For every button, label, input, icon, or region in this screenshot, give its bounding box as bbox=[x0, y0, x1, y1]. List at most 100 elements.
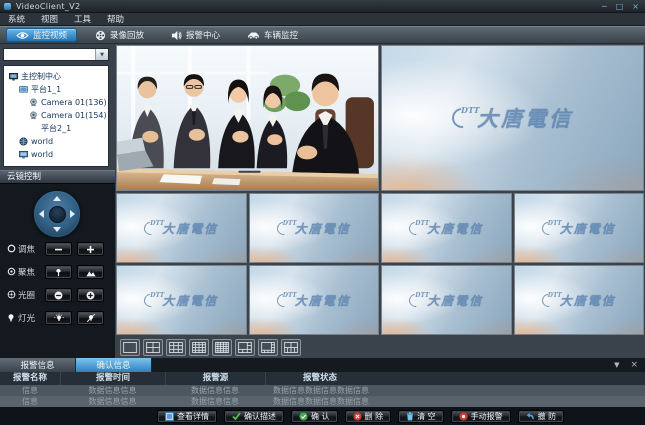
datang-logo-icon: DTT bbox=[409, 294, 422, 307]
menu-item-1[interactable]: 系统 bbox=[8, 13, 25, 25]
nav-tab-4[interactable]: 车辆监控 bbox=[238, 28, 307, 42]
nav-tab-1[interactable]: 监控视频 bbox=[6, 28, 77, 42]
ptz-row-label: 聚焦 bbox=[18, 266, 40, 278]
datang-text: 大唐電信 bbox=[427, 220, 483, 237]
ptz-dpad bbox=[33, 190, 81, 238]
ptz-row-label: 调焦 bbox=[18, 243, 40, 255]
action-button-4[interactable]: 删 除 bbox=[345, 410, 392, 423]
action-button-1[interactable]: 查看详情 bbox=[157, 410, 217, 423]
camera-feed-conference[interactable] bbox=[116, 45, 379, 191]
layout-4-button[interactable] bbox=[143, 339, 163, 356]
clear-icon bbox=[406, 412, 414, 421]
menu-item-4[interactable]: 帮助 bbox=[107, 13, 124, 25]
speaker-icon bbox=[171, 30, 182, 41]
focus-far-button[interactable] bbox=[77, 265, 104, 279]
datang-text: 大唐電信 bbox=[427, 292, 483, 309]
camera-feed-logo-5[interactable]: DTT大唐電信 bbox=[514, 193, 645, 263]
menu-item-2[interactable]: 视图 bbox=[41, 13, 58, 25]
camera-feed-logo-2[interactable]: DTT大唐電信 bbox=[116, 193, 247, 263]
datang-badge: DTT bbox=[150, 220, 164, 227]
action-button-3[interactable]: 确 认 bbox=[291, 410, 338, 423]
light-on-button[interactable] bbox=[45, 311, 72, 325]
tree-node-1[interactable]: 主控制中心 bbox=[4, 70, 108, 83]
iris-minus-button[interactable] bbox=[45, 288, 72, 302]
tree-node-label: 平台1_1 bbox=[31, 84, 61, 95]
layout-9-button[interactable] bbox=[166, 339, 186, 356]
action-button-label: 删 除 bbox=[365, 411, 384, 422]
device-search-input[interactable] bbox=[4, 49, 95, 60]
ptz-row-4: 灯光 bbox=[6, 310, 104, 325]
ptz-down-button[interactable] bbox=[53, 227, 61, 232]
layout-8-button[interactable] bbox=[258, 339, 278, 356]
close-button[interactable]: × bbox=[632, 0, 639, 13]
camera-feed-logo-1[interactable]: DTT大唐電信 bbox=[381, 45, 644, 191]
action-button-6[interactable]: 手动报警 bbox=[451, 410, 511, 423]
datang-watermark: DTT大唐電信 bbox=[117, 266, 246, 334]
ptz-panel: 调焦聚焦光圈灯光 bbox=[0, 183, 115, 358]
device-search-combo[interactable]: ▼ bbox=[3, 48, 109, 61]
camera-feed-logo-6[interactable]: DTT大唐電信 bbox=[116, 265, 247, 335]
zoom-minus-button[interactable] bbox=[45, 242, 72, 256]
action-button-2[interactable]: 确认描述 bbox=[224, 410, 284, 423]
layout-10-button[interactable] bbox=[281, 339, 301, 356]
alarm-tab-1[interactable]: 报警信息 bbox=[0, 358, 76, 372]
camera-feed-logo-8[interactable]: DTT 大唐電信 bbox=[381, 265, 512, 335]
ptz-row-1: 调焦 bbox=[6, 241, 104, 256]
tree-node-4[interactable]: Camera 01(154) bbox=[4, 109, 108, 122]
layout-6-button[interactable] bbox=[235, 339, 255, 356]
datang-badge: DTT bbox=[415, 220, 429, 227]
datang-badge: DTT bbox=[548, 292, 562, 299]
iris-plus-button[interactable] bbox=[77, 288, 104, 302]
collapse-panel-icon[interactable]: ▼ bbox=[614, 358, 619, 372]
camera-feed-logo-7[interactable]: DTT大唐電信 bbox=[249, 265, 380, 335]
video-grid: DTT大唐電信DTT大唐電信DTT大唐電信DTT大唐電信DTT大唐電信DTT大唐… bbox=[116, 45, 644, 335]
circle-plus-icon bbox=[86, 285, 95, 304]
datang-logo-icon: DTT bbox=[542, 222, 555, 235]
nav-tab-3[interactable]: 报警中心 bbox=[162, 28, 229, 42]
light-off-button[interactable] bbox=[77, 311, 104, 325]
ptz-row-2: 聚焦 bbox=[6, 264, 104, 279]
ptz-center-button[interactable] bbox=[49, 206, 66, 223]
nav-tab-2[interactable]: 录像回放 bbox=[86, 28, 153, 42]
zoom-plus-button[interactable] bbox=[77, 242, 104, 256]
nav-tab-label: 报警中心 bbox=[186, 29, 220, 41]
ptz-left-button[interactable] bbox=[39, 210, 44, 218]
alarm-table-row-1[interactable]: 信息数据信息信息数据信息信息数据信息数据信息数据信息 bbox=[0, 385, 645, 396]
datang-logo-icon: DTT bbox=[277, 222, 290, 235]
tree-node-6[interactable]: world bbox=[4, 135, 108, 148]
minimize-button[interactable]: ─ bbox=[602, 0, 607, 13]
maximize-button[interactable]: □ bbox=[616, 0, 624, 13]
ptz-right-button[interactable] bbox=[70, 210, 75, 218]
layout-1-button[interactable] bbox=[120, 339, 140, 356]
close-panel-icon[interactable]: × bbox=[630, 358, 638, 372]
focus-far-icon bbox=[86, 262, 96, 281]
alarm-cell: 信息 bbox=[0, 396, 60, 407]
layout-16-grid-icon bbox=[192, 338, 206, 357]
action-button-7[interactable]: 撤 防 bbox=[518, 410, 565, 423]
alarm-table-row-2[interactable]: 信息数据信息信息数据信息信息数据信息数据信息数据信息 bbox=[0, 396, 645, 407]
device-tree: 主控制中心平台1_1Camera 01(136)Camera 01(154)平台… bbox=[3, 65, 109, 167]
menu-item-3[interactable]: 工具 bbox=[74, 13, 91, 25]
chevron-down-icon[interactable]: ▼ bbox=[95, 49, 108, 60]
focus-near-button[interactable] bbox=[45, 265, 72, 279]
alarm-tab-2[interactable]: 确认信息 bbox=[76, 358, 152, 372]
eye-icon bbox=[16, 31, 29, 40]
ptz-up-button[interactable] bbox=[53, 196, 61, 201]
tree-node-3[interactable]: Camera 01(136) bbox=[4, 96, 108, 109]
camera-feed-logo-3[interactable]: DTT大唐電信 bbox=[249, 193, 380, 263]
tree-node-2[interactable]: 平台1_1 bbox=[4, 83, 108, 96]
action-button-5[interactable]: 清 空 bbox=[398, 410, 444, 423]
layout-1-grid-icon bbox=[123, 338, 137, 357]
action-button-label: 查看详情 bbox=[177, 411, 209, 422]
window-title: VideoClient_V2 bbox=[16, 2, 80, 11]
datang-logo-icon: DTT bbox=[542, 294, 555, 307]
layout-25-button[interactable] bbox=[212, 339, 232, 356]
layout-16-button[interactable] bbox=[189, 339, 209, 356]
tree-node-5[interactable]: 平台2_1 bbox=[4, 122, 108, 135]
camera-feed-logo-4[interactable]: DTT大唐電信 bbox=[381, 193, 512, 263]
camera-feed-logo-9[interactable]: DTT大唐電信 bbox=[514, 265, 645, 335]
column-header-2: 报警时间 bbox=[60, 372, 165, 385]
ptz-row-label: 光圈 bbox=[18, 289, 40, 301]
circle-minus-icon bbox=[54, 285, 63, 304]
tree-node-7[interactable]: world bbox=[4, 148, 108, 161]
